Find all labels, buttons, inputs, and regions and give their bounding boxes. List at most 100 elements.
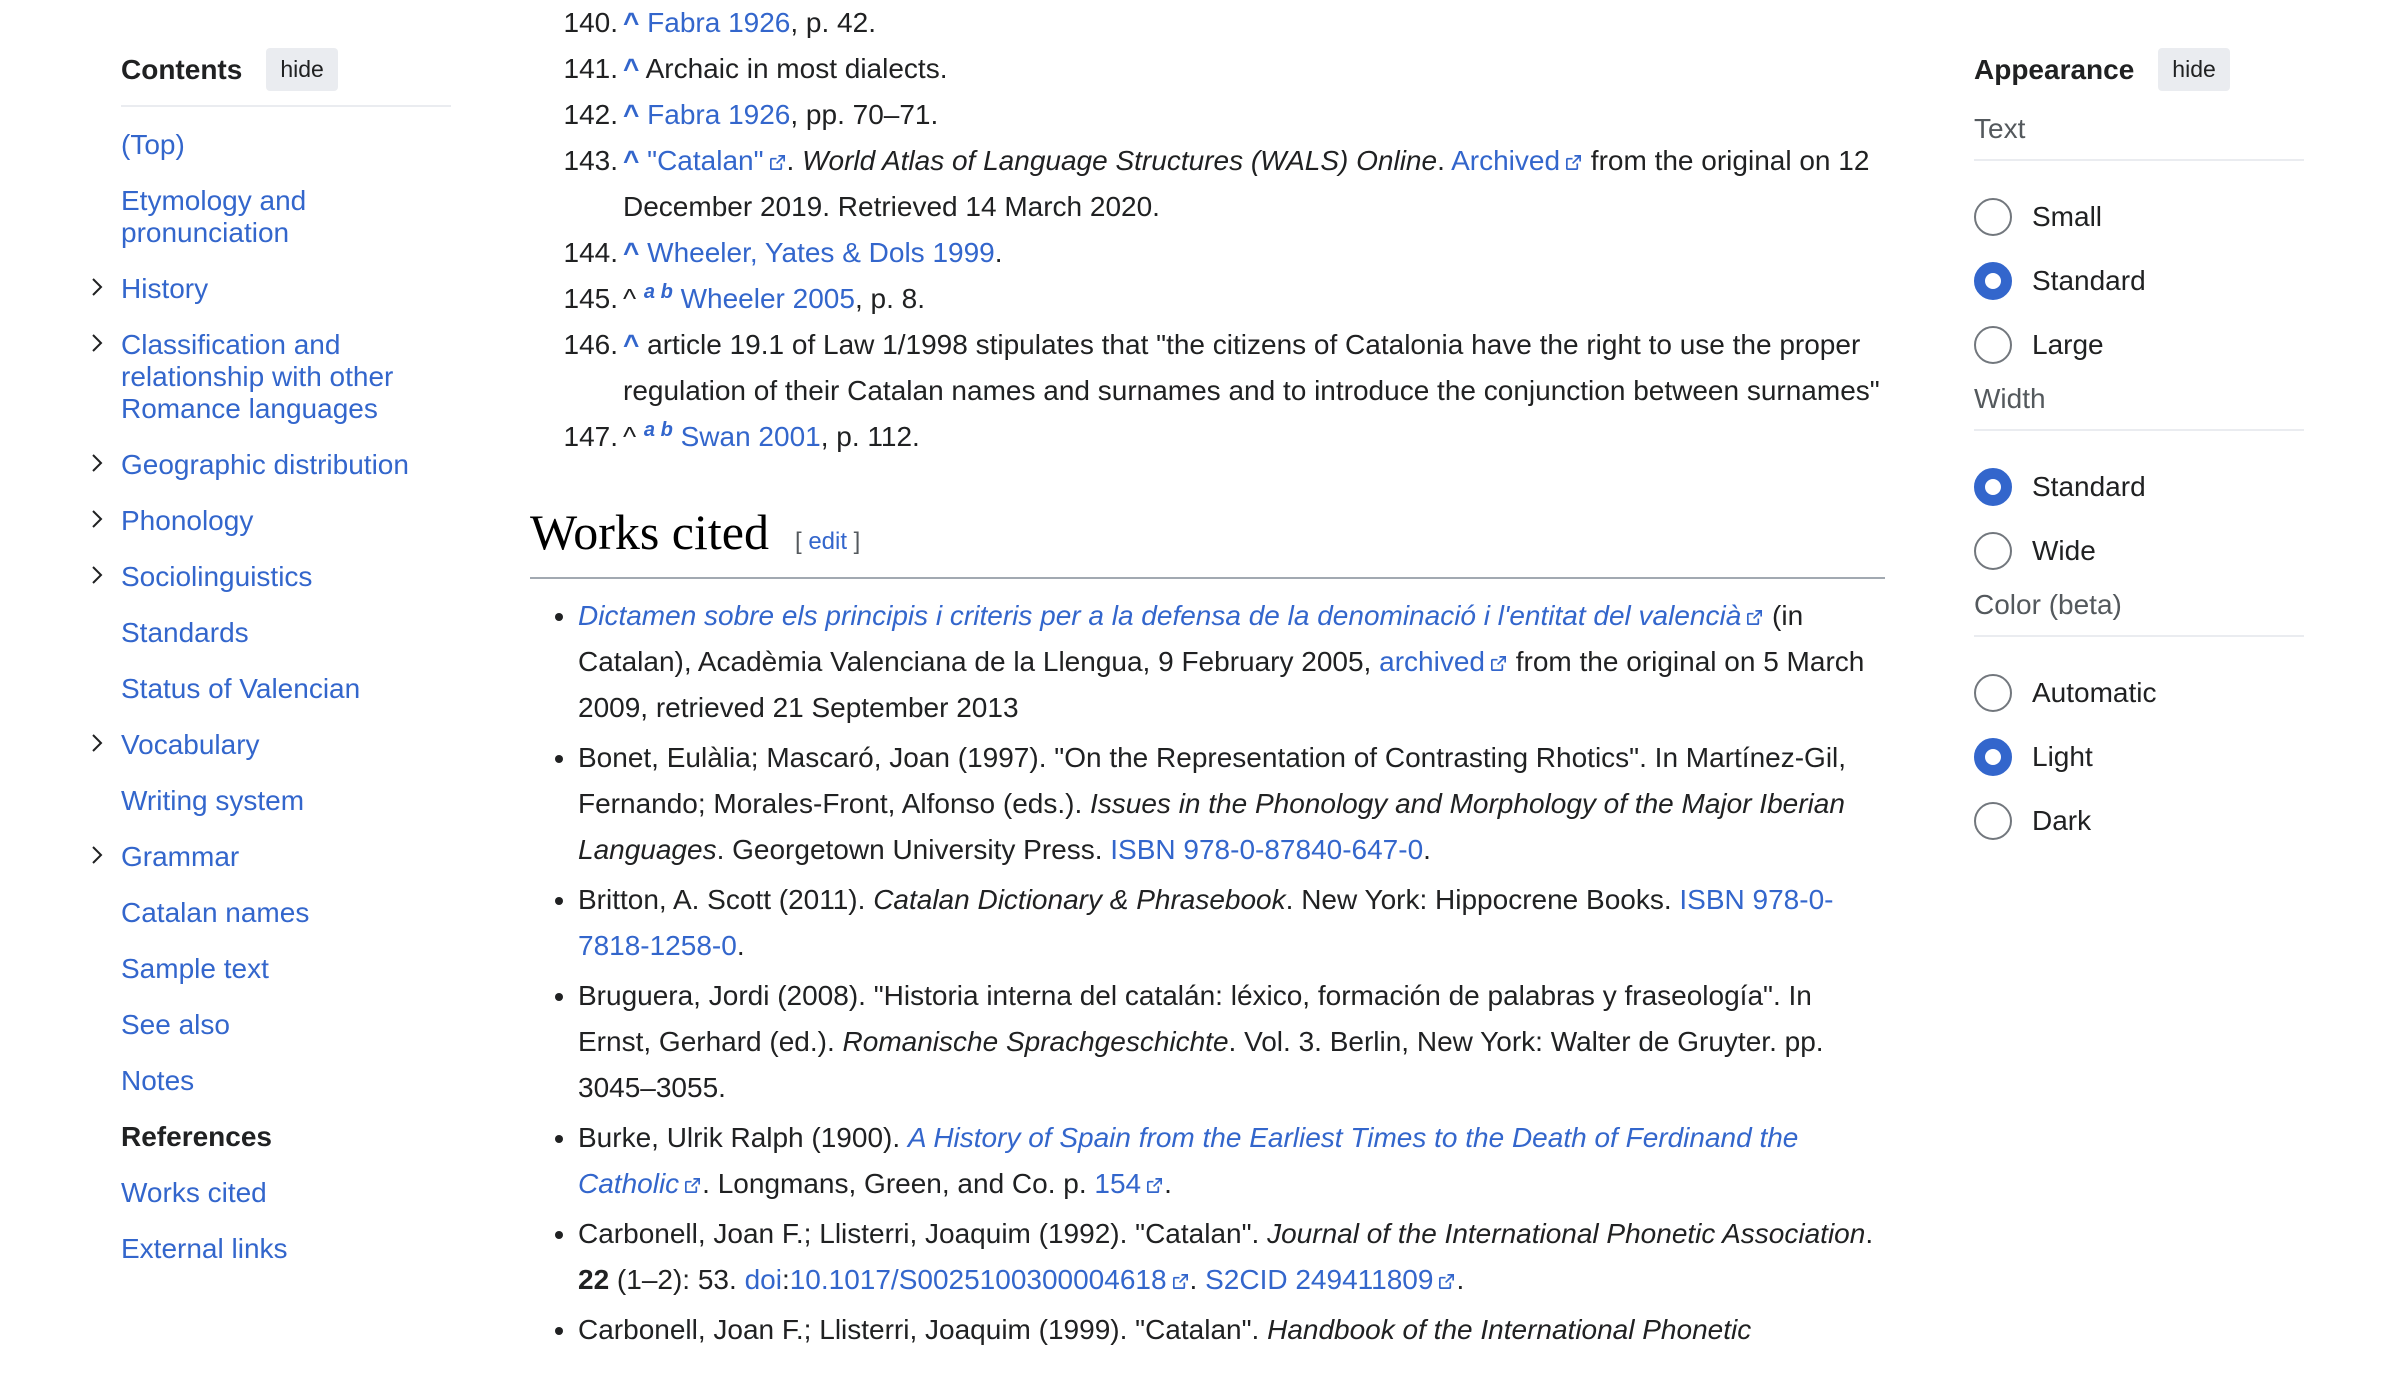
radio-label: Automatic bbox=[2032, 677, 2157, 708]
work-title: Handbook of the International Phonetic bbox=[1267, 1314, 1752, 1345]
toc-item-top[interactable]: (Top) bbox=[121, 129, 451, 161]
appearance-panel: Appearance hide Text Small Standard Large … bbox=[1974, 48, 2304, 853]
toc-item-notes[interactable]: Notes bbox=[121, 1065, 451, 1097]
backlink-caret[interactable]: ^ bbox=[623, 329, 639, 360]
citation-link[interactable]: Fabra 1926 bbox=[647, 7, 790, 38]
main-content: 140. ^ Fabra 1926, p. 42. 141. ^ Archaic i… bbox=[530, 0, 1885, 1357]
section-heading-works-cited: Works cited [ edit ] bbox=[530, 504, 1885, 579]
note-number: 146. bbox=[563, 329, 619, 360]
text-option-large[interactable]: Large bbox=[1974, 313, 2304, 377]
text-option-small[interactable]: Small bbox=[1974, 185, 2304, 249]
backlink-b[interactable]: b bbox=[661, 281, 673, 303]
archived-link[interactable]: Archived bbox=[1451, 145, 1583, 176]
radio-unchecked-icon[interactable] bbox=[1974, 674, 2012, 712]
radio-checked-icon[interactable] bbox=[1974, 262, 2012, 300]
backlink-caret[interactable]: ^ bbox=[623, 7, 639, 38]
toc-item-works-cited[interactable]: Works cited bbox=[121, 1177, 451, 1209]
toc-item-external-links[interactable]: External links bbox=[121, 1233, 451, 1265]
backlink-a[interactable]: a bbox=[644, 281, 655, 303]
citation-link[interactable]: Wheeler 2005 bbox=[681, 283, 855, 314]
chevron-right-icon[interactable] bbox=[85, 331, 109, 355]
toc-item-phonology[interactable]: Phonology bbox=[92, 505, 451, 537]
doi-label-link[interactable]: doi bbox=[745, 1264, 782, 1295]
backlink-caret[interactable]: ^ bbox=[623, 53, 639, 84]
toc-item-geographic-distribution[interactable]: Geographic distribution bbox=[92, 449, 451, 481]
bracket: ] bbox=[847, 528, 861, 555]
chevron-right-icon[interactable] bbox=[85, 275, 109, 299]
chevron-right-icon[interactable] bbox=[85, 843, 109, 867]
citation-link[interactable]: Fabra 1926 bbox=[647, 99, 790, 130]
citation-link[interactable]: Swan 2001 bbox=[681, 421, 821, 452]
archived-link[interactable]: archived bbox=[1379, 646, 1508, 677]
toc-item-writing-system[interactable]: Writing system bbox=[121, 785, 451, 817]
width-option-wide[interactable]: Wide bbox=[1974, 519, 2304, 583]
caret: ^ bbox=[623, 283, 637, 314]
width-option-standard[interactable]: Standard bbox=[1974, 455, 2304, 519]
citation-link[interactable]: Wheeler, Yates & Dols 1999 bbox=[647, 237, 995, 268]
edit-section: [ edit ] bbox=[795, 519, 860, 565]
color-option-light[interactable]: Light bbox=[1974, 725, 2304, 789]
chevron-right-icon[interactable] bbox=[85, 451, 109, 475]
color-option-automatic[interactable]: Automatic bbox=[1974, 661, 2304, 725]
backlink-b[interactable]: b bbox=[661, 419, 673, 441]
backlink-a[interactable]: a bbox=[644, 419, 655, 441]
radio-unchecked-icon[interactable] bbox=[1974, 802, 2012, 840]
toc-item-standards[interactable]: Standards bbox=[121, 617, 451, 649]
external-link-icon bbox=[683, 1176, 702, 1195]
toc-item-catalan-names[interactable]: Catalan names bbox=[121, 897, 451, 929]
note-number: 145. bbox=[563, 283, 619, 314]
width-options: Standard Wide bbox=[1974, 431, 2304, 583]
toc-item-history[interactable]: History bbox=[92, 273, 451, 305]
work-text: . New York: Hippocrene Books. bbox=[1285, 884, 1680, 915]
radio-checked-icon[interactable] bbox=[1974, 738, 2012, 776]
note-141: 141. ^ Archaic in most dialects. bbox=[530, 46, 1885, 92]
text-option-standard[interactable]: Standard bbox=[1974, 249, 2304, 313]
work-item: Dictamen sobre els principis i criteris … bbox=[578, 593, 1885, 731]
chevron-right-icon[interactable] bbox=[85, 507, 109, 531]
external-title-link[interactable]: Dictamen sobre els principis i criteris … bbox=[578, 600, 1764, 631]
toc-item-references[interactable]: References bbox=[121, 1121, 451, 1153]
toc-item-etymology-and-pronunciation[interactable]: Etymology and pronunciation bbox=[121, 185, 451, 249]
toc-item-grammar[interactable]: Grammar bbox=[92, 841, 451, 873]
page-link[interactable]: 154 bbox=[1094, 1168, 1164, 1199]
link-text: 10.1017/S0025100300004618 bbox=[789, 1264, 1167, 1295]
radio-checked-icon[interactable] bbox=[1974, 468, 2012, 506]
radio-unchecked-icon[interactable] bbox=[1974, 326, 2012, 364]
toc-item-see-also[interactable]: See also bbox=[121, 1009, 451, 1041]
toc-hide-button[interactable]: hide bbox=[266, 48, 338, 91]
toc-item-label: Etymology and pronunciation bbox=[121, 185, 307, 248]
note-text: . bbox=[786, 145, 803, 176]
color-option-dark[interactable]: Dark bbox=[1974, 789, 2304, 853]
external-citation-link[interactable]: "Catalan" bbox=[647, 145, 786, 176]
link-text: 154 bbox=[1094, 1168, 1142, 1199]
toc-item-label: Notes bbox=[121, 1065, 195, 1096]
toc-item-label: Geographic distribution bbox=[121, 449, 409, 480]
toc-item-vocabulary[interactable]: Vocabulary bbox=[92, 729, 451, 761]
work-text: . bbox=[1164, 1168, 1172, 1199]
toc-item-sample-text[interactable]: Sample text bbox=[121, 953, 451, 985]
backlink-caret[interactable]: ^ bbox=[623, 237, 639, 268]
external-link-icon bbox=[1171, 1272, 1190, 1291]
radio-unchecked-icon[interactable] bbox=[1974, 532, 2012, 570]
table-of-contents: Contents hide (Top) Etymology and pronunc… bbox=[92, 48, 451, 1289]
edit-link[interactable]: edit bbox=[808, 528, 847, 555]
chevron-right-icon[interactable] bbox=[85, 731, 109, 755]
doi-link[interactable]: 10.1017/S0025100300004618 bbox=[790, 1264, 1190, 1295]
note-140: 140. ^ Fabra 1926, p. 42. bbox=[530, 0, 1885, 46]
radio-label: Small bbox=[2032, 201, 2103, 232]
note-text: , p. 112. bbox=[820, 421, 920, 452]
toc-item-classification-and-relationship-with-other-romance-languages[interactable]: Classification and relationship with oth… bbox=[92, 329, 451, 425]
work-text: Britton, A. Scott (2011). bbox=[578, 884, 874, 915]
isbn-link[interactable]: ISBN 978-0-87840-647-0 bbox=[1110, 834, 1423, 865]
work-item: Bonet, Eulàlia; Mascaró, Joan (1997). "O… bbox=[578, 735, 1885, 873]
toc-item-status-of-valencian[interactable]: Status of Valencian bbox=[121, 673, 451, 705]
backlink-caret[interactable]: ^ bbox=[623, 99, 639, 130]
note-number: 141. bbox=[563, 53, 619, 84]
backlink-caret[interactable]: ^ bbox=[623, 145, 639, 176]
appearance-hide-button[interactable]: hide bbox=[2158, 48, 2230, 91]
toc-item-sociolinguistics[interactable]: Sociolinguistics bbox=[92, 561, 451, 593]
toc-item-label: Writing system bbox=[121, 785, 305, 816]
chevron-right-icon[interactable] bbox=[85, 563, 109, 587]
radio-unchecked-icon[interactable] bbox=[1974, 198, 2012, 236]
s2cid-link[interactable]: S2CID 249411809 bbox=[1205, 1264, 1456, 1295]
